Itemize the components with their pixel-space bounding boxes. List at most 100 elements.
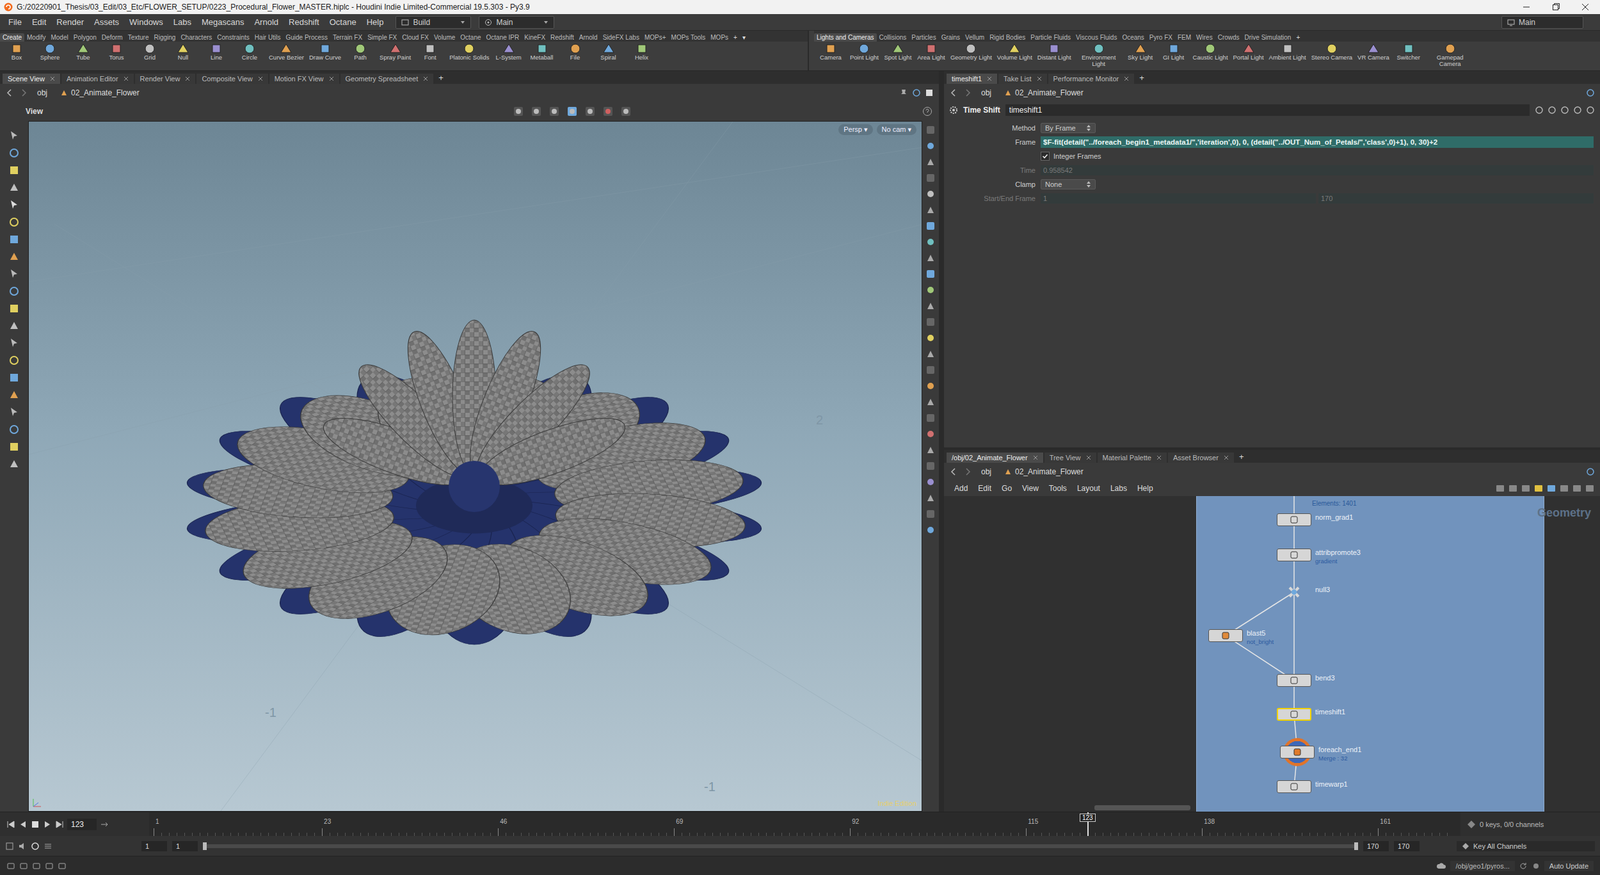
display-option-icon[interactable]: [925, 284, 936, 296]
shelf-tab[interactable]: Octane IPR: [483, 33, 523, 42]
network-tool-icon[interactable]: [1559, 483, 1570, 494]
display-option-icon[interactable]: [925, 252, 936, 264]
shelf-tab[interactable]: Lights and Cameras: [814, 33, 877, 42]
menu-item[interactable]: Render: [51, 17, 89, 27]
shelf-tab[interactable]: Viscous Fluids: [1073, 33, 1120, 42]
status-icon[interactable]: [6, 861, 16, 871]
status-icon[interactable]: [32, 861, 41, 871]
shelf-tool[interactable]: Line: [199, 42, 233, 61]
shelf-tool[interactable]: Volume Light: [994, 42, 1035, 61]
shelf-tab[interactable]: Octane: [457, 33, 484, 42]
shelf-tool[interactable]: Box: [0, 42, 34, 61]
current-frame-field[interactable]: 123: [67, 818, 97, 831]
add-tab-button[interactable]: +: [434, 71, 448, 84]
shelf-tool[interactable]: Sky Light: [1123, 42, 1158, 61]
playhead[interactable]: 123: [1087, 812, 1089, 836]
close-icon[interactable]: [1570, 0, 1600, 15]
view-tool-icon[interactable]: [530, 105, 543, 118]
status-icon[interactable]: [19, 861, 29, 871]
viewport-tool-icon[interactable]: [8, 181, 20, 194]
network-menu-item[interactable]: Tools: [1045, 483, 1071, 493]
display-option-icon[interactable]: [925, 380, 936, 392]
back-icon[interactable]: [5, 88, 15, 98]
viewport-tool-icon[interactable]: [8, 354, 20, 367]
shelf-tab[interactable]: Particles: [908, 33, 939, 42]
audio-icon[interactable]: [17, 841, 27, 851]
shelf-tool[interactable]: Platonic Solids: [446, 42, 492, 61]
settings-icon[interactable]: [43, 841, 53, 851]
network-node[interactable]: null3: [1276, 585, 1330, 599]
shelf-tool[interactable]: Grid: [133, 42, 167, 61]
display-option-icon[interactable]: [925, 412, 936, 424]
shelf-tool[interactable]: Torus: [99, 42, 134, 61]
node-name-field[interactable]: timeshift1: [1005, 104, 1530, 116]
forward-icon[interactable]: [19, 88, 29, 98]
status-path[interactable]: /obj/geo1/pyros...: [1450, 860, 1515, 872]
shelf-tool[interactable]: Area Light: [914, 42, 948, 61]
pane-tab[interactable]: Composite View: [196, 73, 268, 84]
step-icon[interactable]: [99, 819, 109, 829]
pin-icon[interactable]: [1585, 88, 1595, 98]
pane-tab[interactable]: Performance Monitor: [1048, 73, 1135, 84]
network-menu-item[interactable]: Help: [1133, 483, 1158, 493]
shelf-tab[interactable]: MOPs Tools: [668, 33, 709, 42]
shelf-tool[interactable]: Metaball: [525, 42, 559, 61]
shelf-tab[interactable]: Pyro FX: [1146, 33, 1176, 42]
shelf-tab[interactable]: Guide Process: [282, 33, 331, 42]
key-icon[interactable]: [1466, 819, 1476, 829]
close-tab-icon[interactable]: [986, 76, 992, 82]
status-icon[interactable]: [57, 861, 67, 871]
close-tab-icon[interactable]: [1156, 455, 1162, 461]
viewport-tool-icon[interactable]: [8, 164, 20, 176]
shelf-tool[interactable]: L-System: [492, 42, 526, 61]
display-option-icon[interactable]: [925, 220, 936, 232]
viewport-tool-icon[interactable]: [8, 389, 20, 401]
shelf-tool[interactable]: Point Light: [847, 42, 882, 61]
desktop-select[interactable]: Build: [395, 16, 472, 29]
viewport[interactable]: 2-1-1Persp ▾No cam ▾Indie Edition: [28, 120, 923, 812]
display-option-icon[interactable]: [925, 508, 936, 520]
shelf-tab[interactable]: Cloud FX: [399, 33, 432, 42]
path-segment[interactable]: 02_Animate_Flower: [56, 87, 144, 99]
close-tab-icon[interactable]: [1123, 76, 1129, 82]
forward-icon[interactable]: [963, 88, 973, 98]
view-tool-icon[interactable]: [620, 105, 632, 118]
viewport-tool-icon[interactable]: [8, 285, 20, 297]
network-menu-item[interactable]: Layout: [1073, 483, 1104, 493]
context-select[interactable]: Main: [478, 16, 555, 29]
shelf-tool[interactable]: Switcher: [1392, 42, 1426, 61]
network-node[interactable]: timeshift1: [1276, 707, 1346, 721]
viewport-tool-icon[interactable]: [8, 440, 20, 453]
pane-tab[interactable]: Animation Editor: [61, 73, 134, 84]
viewport-tool-icon[interactable]: [8, 302, 20, 315]
network-canvas[interactable]: Elements: 1401Geometrynorm_grad1attribpr…: [944, 496, 1600, 812]
shelf-tool[interactable]: Spray Paint: [376, 42, 414, 61]
timeline-track[interactable]: 123466992115138161123: [149, 812, 1461, 836]
close-tab-icon[interactable]: [328, 76, 335, 82]
menu-item[interactable]: Assets: [89, 17, 124, 27]
viewport-tool-icon[interactable]: [8, 147, 20, 159]
network-menu-item[interactable]: Add: [950, 483, 972, 493]
minimize-icon[interactable]: [1511, 0, 1542, 15]
close-tab-icon[interactable]: [1223, 455, 1229, 461]
path-segment[interactable]: obj: [33, 87, 52, 99]
viewport-tool-icon[interactable]: [8, 458, 20, 470]
shelf-tab[interactable]: Hair Utils: [252, 33, 284, 42]
node-body[interactable]: [1276, 780, 1312, 793]
display-option-icon[interactable]: [925, 156, 936, 168]
shelf-tab[interactable]: Vellum: [962, 33, 987, 42]
network-node[interactable]: attribpromote3gradient: [1276, 548, 1361, 566]
display-option-icon[interactable]: [925, 428, 936, 440]
shelf-tab[interactable]: Simple FX: [364, 33, 400, 42]
network-tool-icon[interactable]: [1546, 483, 1557, 494]
display-option-icon[interactable]: [925, 524, 936, 536]
display-option-icon[interactable]: [925, 332, 936, 344]
add-tab-button[interactable]: +: [1235, 450, 1248, 463]
network-tool-icon[interactable]: [1584, 483, 1595, 494]
expression-field[interactable]: $F-fit(detail("../foreach_begin1_metadat…: [1040, 136, 1594, 148]
viewport-tool-icon[interactable]: [8, 337, 20, 349]
range-end-field[interactable]: 170: [1363, 840, 1389, 852]
shelf-tab[interactable]: Deform: [99, 33, 126, 42]
display-option-icon[interactable]: [925, 188, 936, 200]
shelf-tool[interactable]: Caustic Light: [1190, 42, 1231, 61]
